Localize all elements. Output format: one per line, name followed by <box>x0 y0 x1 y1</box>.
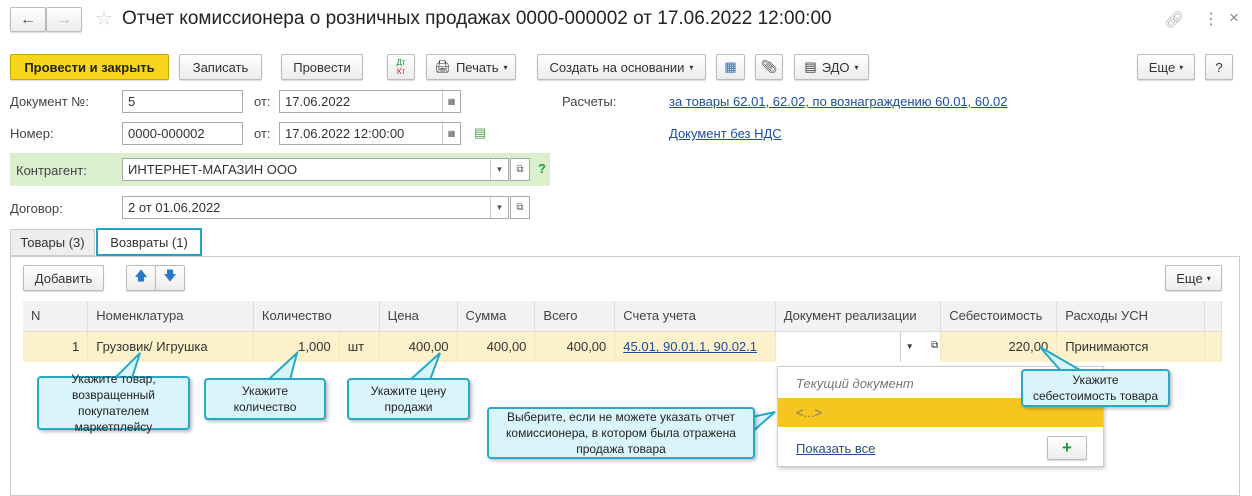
post-and-close-button[interactable]: Провести и закрыть <box>10 54 169 80</box>
arrow-right-icon: → <box>56 10 72 28</box>
tab-goods[interactable]: Товары (3) <box>10 229 95 256</box>
contract-input[interactable]: 2 от 01.06.2022 ▼ <box>122 196 509 219</box>
vat-link[interactable]: Документ без НДС <box>669 126 782 141</box>
doc-no-input[interactable]: 5 <box>122 90 243 113</box>
more-label: Еще <box>1148 59 1176 75</box>
callout-price: Укажите цену продажи <box>347 378 470 420</box>
post-button[interactable]: Провести <box>281 54 363 80</box>
close-icon[interactable]: × <box>1229 8 1239 28</box>
number-label: Номер: <box>10 126 54 141</box>
col-usn[interactable]: Расходы УСН <box>1056 301 1205 332</box>
col-extra <box>1204 301 1222 332</box>
settlements-link[interactable]: за товары 62.01, 62.02, по вознаграждени… <box>669 94 1007 109</box>
more-button[interactable]: Еще ▾ <box>1137 54 1195 80</box>
edo-icon: ▤ <box>804 59 817 74</box>
more-vert-icon[interactable]: ⋮ <box>1203 9 1219 29</box>
from-label-2: от: <box>254 126 271 141</box>
arrow-up-icon[interactable]: 🡅 <box>126 265 156 291</box>
callout-qty: Укажите количество <box>204 378 326 420</box>
callout-doc: Выберите, если не можете указать отчет к… <box>487 407 755 459</box>
dtkt-button[interactable]: Дт Кт <box>387 54 415 80</box>
calendar-icon[interactable]: ▦ <box>442 91 460 112</box>
arrow-down-icon[interactable]: 🡇 <box>155 265 185 291</box>
counterparty-input[interactable]: ИНТЕРНЕТ-МАГАЗИН ООО ▼ <box>122 158 509 181</box>
structure-icon[interactable]: ▦ <box>716 54 745 80</box>
contract-value: 2 от 01.06.2022 <box>128 200 221 215</box>
from-label: от: <box>254 94 271 109</box>
save-button[interactable]: Записать <box>179 54 262 80</box>
callout-cost: Укажите себестоимость товара <box>1021 369 1170 407</box>
forward-button[interactable]: → <box>46 7 82 32</box>
col-n[interactable]: N <box>23 301 89 332</box>
number-date-input[interactable]: 17.06.2022 12:00:00 ▦ <box>279 122 461 145</box>
doc-date-input[interactable]: 17.06.2022 ▦ <box>279 90 461 113</box>
callout-item: Укажите товар, возвращенный покупателем … <box>37 372 190 434</box>
add-button[interactable]: Добавить <box>23 265 104 291</box>
doc-no-label: Документ №: <box>10 94 89 109</box>
arrow-left-icon: ← <box>20 10 36 28</box>
col-price[interactable]: Цена <box>379 301 458 332</box>
print-label: Печать <box>455 59 499 75</box>
number-input[interactable]: 0000-000002 <box>122 122 243 145</box>
counterparty-value: ИНТЕРНЕТ-МАГАЗИН ООО <box>128 162 298 177</box>
print-button[interactable]: 🖨︎ Печать ▾ <box>426 54 516 80</box>
link-icon[interactable]: 🔗︎ <box>1164 10 1184 30</box>
col-cost[interactable]: Себестоимость <box>940 301 1058 332</box>
chevron-down-icon[interactable]: ▼ <box>490 159 508 180</box>
help-button[interactable]: ? <box>1205 54 1233 80</box>
settlements-label: Расчеты: <box>562 94 617 109</box>
col-sum[interactable]: Сумма <box>457 301 536 332</box>
dt-label: Дт <box>396 58 406 67</box>
edo-label: ЭДО <box>821 59 850 75</box>
calendar-icon[interactable]: ▦ <box>442 123 460 144</box>
create-based-label: Создать на основании <box>549 59 685 75</box>
tab-returns[interactable]: Возвраты (1) <box>96 228 202 256</box>
table-more-button[interactable]: Еще ▾ <box>1165 265 1222 291</box>
col-accounts[interactable]: Счета учета <box>614 301 776 332</box>
table-more-label: Еще <box>1176 270 1203 286</box>
number-date-value: 17.06.2022 12:00:00 <box>285 126 405 141</box>
paperclip-icon[interactable]: 📎︎ <box>755 54 783 80</box>
kt-label: Кт <box>396 67 406 76</box>
back-button[interactable]: ← <box>10 7 46 32</box>
col-doc[interactable]: Документ реализации <box>775 301 942 332</box>
col-item[interactable]: Номенклатура <box>87 301 254 332</box>
chevron-down-icon[interactable]: ▼ <box>490 197 508 218</box>
contract-label: Договор: <box>10 201 63 216</box>
page-title: Отчет комиссионера о розничных продажах … <box>122 8 832 29</box>
printer-icon: 🖨︎ <box>434 59 451 74</box>
counterparty-label: Контрагент: <box>16 163 87 178</box>
col-total[interactable]: Всего <box>534 301 616 332</box>
edo-button[interactable]: ▤ ЭДО ▾ <box>794 54 869 80</box>
comment-icon[interactable]: ▤ <box>474 125 486 141</box>
open-icon[interactable]: ⧉ <box>510 196 530 219</box>
star-icon[interactable]: ☆ <box>95 6 113 31</box>
col-qty[interactable]: Количество <box>253 301 380 332</box>
counterparty-help[interactable]: ? <box>538 161 546 176</box>
create-based-button[interactable]: Создать на основании ▾ <box>537 54 706 80</box>
doc-date-value: 17.06.2022 <box>285 94 351 109</box>
open-icon[interactable]: ⧉ <box>510 158 530 181</box>
